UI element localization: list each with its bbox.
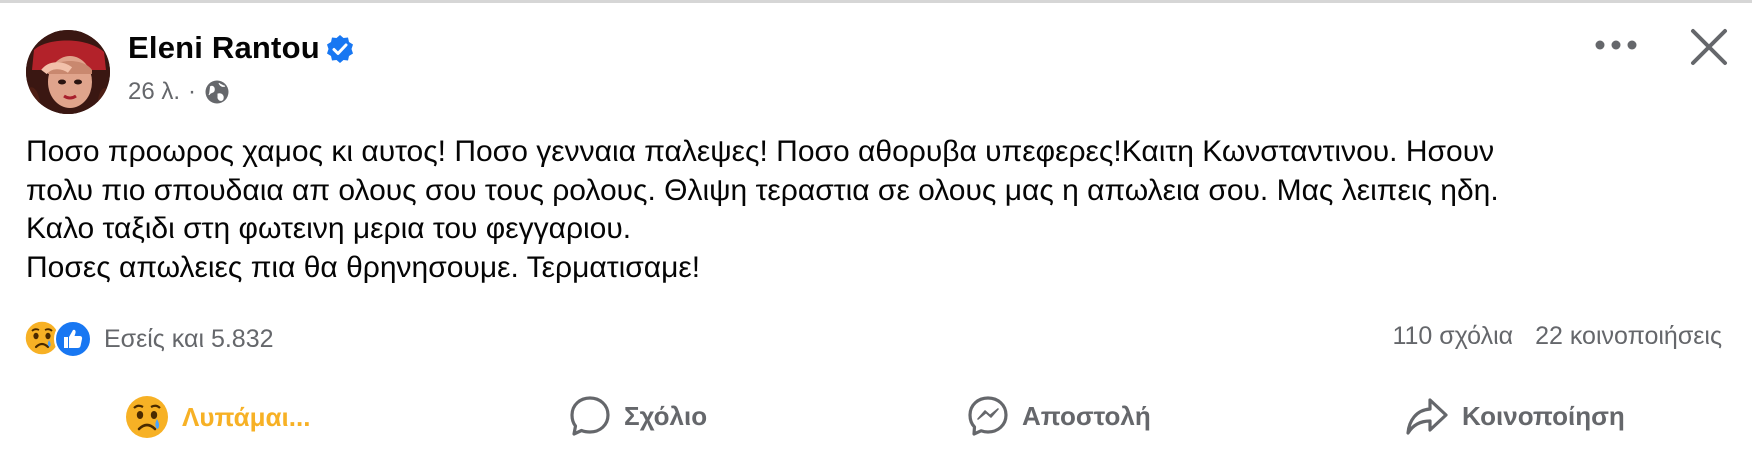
verified-badge-icon [327,35,353,63]
reaction-icons [24,320,96,358]
post-text-line: πολυ πιο σπουδαια απ ολους σου τους ρολο… [26,173,1499,207]
comments-count[interactable]: 110 σχόλια [1392,322,1513,351]
share-button[interactable]: Κοινοποίηση [1404,394,1625,438]
close-icon[interactable] [1686,24,1732,70]
share-icon [1406,398,1448,435]
react-button-label: Λυπάμαι... [182,401,311,432]
meta-separator: · [188,78,197,105]
author-name[interactable]: Eleni Rantou [128,30,320,66]
send-button-label: Αποστολή [1022,400,1151,431]
post-text: Ποσο πρoωρος χαμος κι αυτος! Ποσο γενναι… [26,133,1736,287]
post-text-line: Ποσο πρoωρος χαμος κι αυτος! Ποσο γενναι… [26,135,1495,168]
post-meta: 26 λ. · [128,78,230,106]
sad-emoji-icon [126,396,168,438]
globe-icon [205,80,229,104]
post-text-line: Καλο ταξιδι στη φωτεινη μερια του φεγγαρ… [26,212,632,245]
author-avatar[interactable] [26,30,110,114]
messenger-icon [968,396,1008,436]
post-stats: 110 σχόλια 22 κοινοποιήσεις [1392,322,1722,351]
like-icon [54,320,92,358]
comment-icon [570,396,610,436]
send-button[interactable]: Αποστολή [966,394,1151,438]
post-time[interactable]: 26 λ. [128,78,180,106]
post-text-line: Ποσες απωλειες πια θα θρηνησουμε. Τερματ… [26,250,701,284]
react-button[interactable]: Λυπάμαι... [124,394,310,440]
reactions-count[interactable]: Εσείς και 5.832 [104,325,274,354]
reactions-summary[interactable]: Εσείς και 5.832 [24,320,274,358]
comment-button[interactable]: Σχόλιο [568,394,707,438]
top-divider [0,0,1752,3]
more-options-icon[interactable] [1592,30,1640,60]
shares-count[interactable]: 22 κοινοποιήσεις [1535,322,1722,351]
comment-button-label: Σχόλιο [624,400,708,431]
share-button-label: Κοινοποίηση [1462,400,1625,431]
